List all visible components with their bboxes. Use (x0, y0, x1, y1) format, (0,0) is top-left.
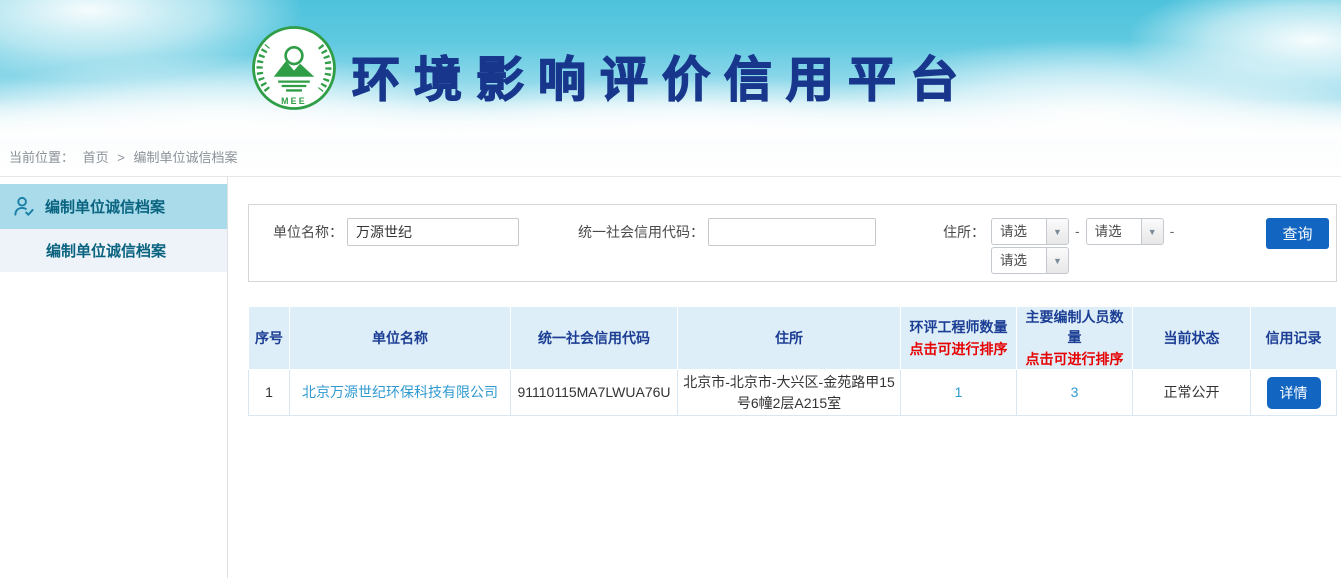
breadcrumb-home-link[interactable]: 首页 (83, 150, 109, 165)
engineer-count-link[interactable]: 1 (955, 384, 963, 400)
content-area: 编制单位诚信档案 编制单位诚信档案 单位名称： 统一社会信用代码： 住所： 请选… (0, 177, 1341, 578)
detail-button[interactable]: 详情 (1267, 377, 1321, 409)
sidebar: 编制单位诚信档案 编制单位诚信档案 (0, 177, 228, 578)
col-header-credit-code: 统一社会信用代码 (511, 307, 678, 370)
search-panel: 单位名称： 统一社会信用代码： 住所： 请选择 ▼ - 请选择 ▼ (248, 204, 1337, 282)
cell-credit-code: 91110115MA7LWUA76U (511, 370, 678, 416)
col-header-company: 单位名称 (290, 307, 511, 370)
address-select-group: 请选择 ▼ - 请选择 ▼ - 请选择 ▼ (991, 218, 1180, 276)
province-select[interactable]: 请选择 ▼ (991, 218, 1069, 245)
breadcrumb-prefix: 当前位置： (9, 150, 74, 165)
col-header-address: 住所 (678, 307, 901, 370)
sidebar-item-archive-parent[interactable]: 编制单位诚信档案 (0, 184, 227, 229)
staff-count-link[interactable]: 3 (1071, 384, 1079, 400)
page-title: 环境影响评价信用平台 (352, 40, 972, 110)
col-header-index: 序号 (249, 307, 290, 370)
mee-logo-icon: MEE (250, 24, 338, 112)
col-header-status: 当前状态 (1133, 307, 1251, 370)
chevron-down-icon[interactable]: ▼ (1046, 248, 1068, 273)
credit-code-label: 统一社会信用代码： (578, 218, 704, 246)
site-banner: MEE 环境影响评价信用平台 (0, 0, 1341, 140)
col-header-credit-record: 信用记录 (1251, 307, 1337, 370)
select-separator: - (1170, 218, 1175, 245)
chevron-down-icon[interactable]: ▼ (1046, 219, 1068, 244)
cloud-decoration (1130, 0, 1341, 100)
chevron-down-icon[interactable]: ▼ (1141, 219, 1163, 244)
credit-code-input[interactable] (708, 218, 876, 246)
breadcrumb-current: 编制单位诚信档案 (134, 150, 238, 165)
district-select[interactable]: 请选择 ▼ (991, 247, 1069, 274)
breadcrumb-separator: > (117, 150, 125, 165)
main-panel: 单位名称： 统一社会信用代码： 住所： 请选择 ▼ - 请选择 ▼ (228, 177, 1341, 578)
sidebar-item-archive[interactable]: 编制单位诚信档案 (0, 229, 227, 272)
select-separator: - (1075, 218, 1080, 245)
company-detail-link[interactable]: 北京万源世纪环保科技有限公司 (302, 384, 498, 400)
city-select-value: 请选择 (1087, 219, 1141, 244)
cell-status: 正常公开 (1133, 370, 1251, 416)
breadcrumb: 当前位置： 首页 > 编制单位诚信档案 (0, 140, 1341, 177)
results-table: 序号 单位名称 统一社会信用代码 住所 环评工程师数量 点击可进行排序 主要编制… (248, 306, 1337, 416)
province-select-value: 请选择 (992, 219, 1046, 244)
table-row: 1 北京万源世纪环保科技有限公司 91110115MA7LWUA76U 北京市-… (249, 370, 1337, 416)
table-header-row: 序号 单位名称 统一社会信用代码 住所 环评工程师数量 点击可进行排序 主要编制… (249, 307, 1337, 370)
cell-index: 1 (249, 370, 290, 416)
sort-hint: 点击可进行排序 (1019, 349, 1130, 369)
city-select[interactable]: 请选择 ▼ (1086, 218, 1164, 245)
district-select-value: 请选择 (992, 248, 1046, 273)
sort-hint: 点击可进行排序 (903, 339, 1014, 359)
company-name-input[interactable] (347, 218, 519, 246)
col-header-engineer-count-sortable[interactable]: 环评工程师数量 点击可进行排序 (901, 307, 1017, 370)
query-button[interactable]: 查询 (1266, 218, 1329, 249)
address-label: 住所： (943, 218, 985, 246)
cell-address: 北京市-北京市-大兴区-金苑路甲15号6幢2层A215室 (678, 370, 901, 416)
svg-text:MEE: MEE (281, 96, 307, 106)
sidebar-item-label: 编制单位诚信档案 (46, 240, 166, 261)
user-check-icon (13, 195, 36, 218)
col-header-staff-count-sortable[interactable]: 主要编制人员数量 点击可进行排序 (1017, 307, 1133, 370)
company-name-label: 单位名称： (273, 218, 343, 246)
sidebar-item-label: 编制单位诚信档案 (45, 196, 165, 217)
